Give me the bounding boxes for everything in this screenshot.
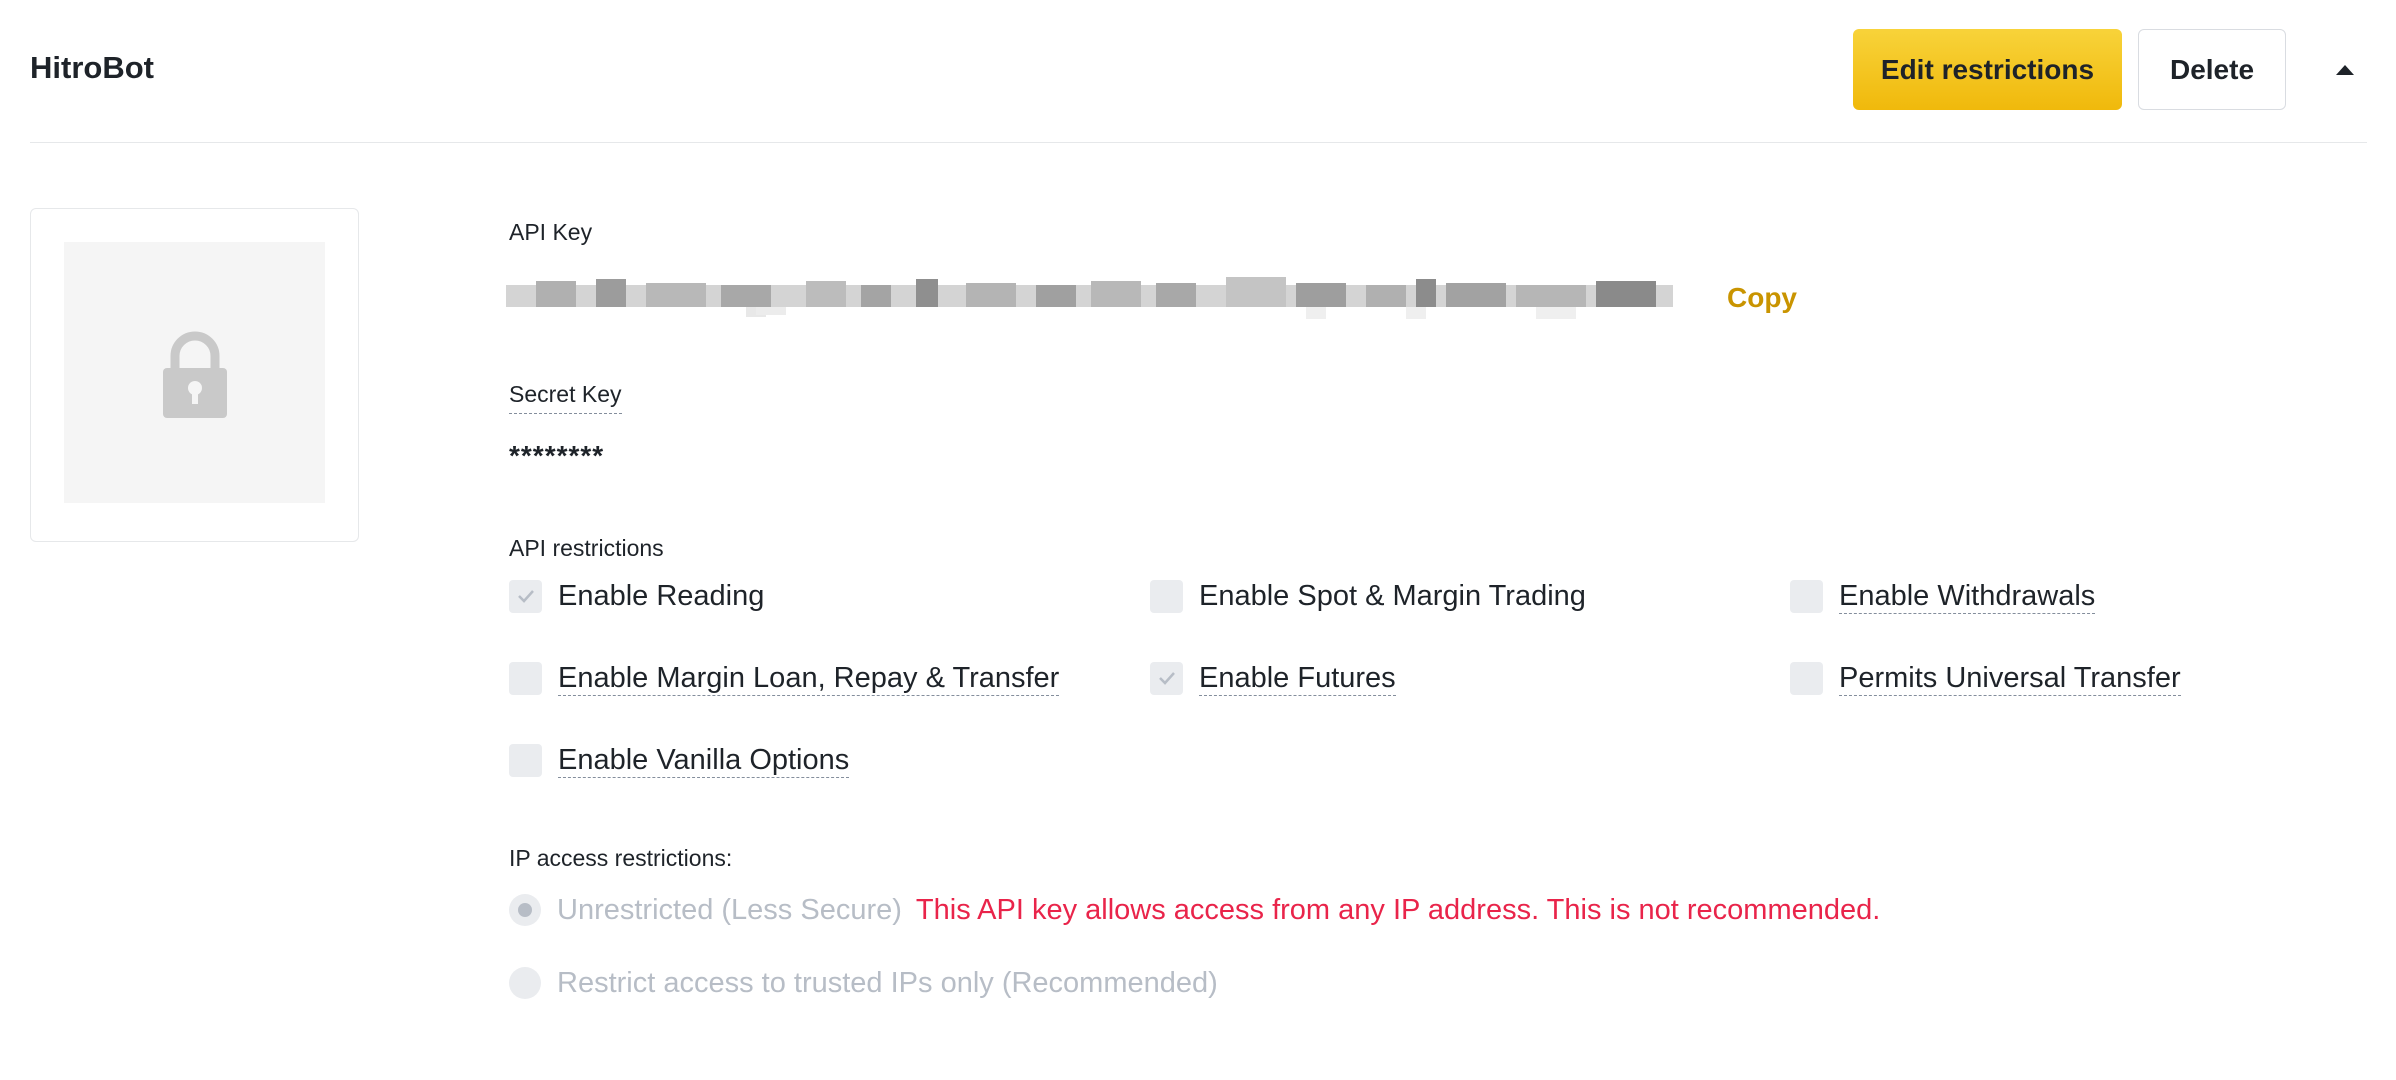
checkbox-unchecked[interactable] <box>509 661 542 695</box>
checkbox-label: Enable Reading <box>558 580 765 612</box>
checkbox-enable-futures[interactable]: Enable Futures <box>1150 660 1396 696</box>
checkbox-enable-margin-loan[interactable]: Enable Margin Loan, Repay & Transfer <box>509 660 1060 696</box>
checkbox-enable-withdrawals[interactable]: Enable Withdrawals <box>1790 578 2096 614</box>
checkbox-unchecked[interactable] <box>1790 661 1823 695</box>
api-restrictions-label: API restrictions <box>509 535 664 561</box>
checkbox-label: Permits Universal Transfer <box>1839 661 2181 696</box>
api-key-value-redacted <box>506 263 1673 327</box>
check-icon <box>1158 672 1175 685</box>
check-icon <box>517 590 534 603</box>
secret-key-label[interactable]: Secret Key <box>509 381 622 414</box>
checkbox-permits-universal-transfer[interactable]: Permits Universal Transfer <box>1790 660 2181 696</box>
checkbox-enable-spot-margin-trading[interactable]: Enable Spot & Margin Trading <box>1150 578 1586 614</box>
checkbox-label: Enable Margin Loan, Repay & Transfer <box>558 661 1060 696</box>
checkbox-checked[interactable] <box>1150 661 1183 695</box>
checkbox-checked[interactable] <box>509 579 542 613</box>
checkbox-label: Enable Vanilla Options <box>558 743 850 778</box>
copy-api-key-button[interactable]: Copy <box>1727 282 1797 314</box>
ip-warning-text: This API key allows access from any IP a… <box>915 893 1881 926</box>
api-key-name: HitroBot <box>30 50 154 85</box>
checkbox-unchecked[interactable] <box>1790 579 1823 613</box>
api-key-image-card <box>30 208 359 542</box>
radio-unselected[interactable] <box>509 967 541 999</box>
api-key-details: API Key Copy Secret Key ******** API res… <box>506 0 2359 1080</box>
image-placeholder <box>64 242 325 503</box>
radio-unrestricted[interactable]: Unrestricted (Less Secure) This API key … <box>509 892 1880 928</box>
lock-icon <box>161 330 229 420</box>
radio-trusted-ips[interactable]: Restrict access to trusted IPs only (Rec… <box>509 965 1218 1001</box>
ip-restrictions-label: IP access restrictions: <box>509 845 733 871</box>
radio-selected[interactable] <box>509 894 541 926</box>
checkbox-unchecked[interactable] <box>509 743 542 777</box>
checkbox-label: Enable Spot & Margin Trading <box>1199 580 1586 612</box>
checkbox-enable-vanilla-options[interactable]: Enable Vanilla Options <box>509 742 850 778</box>
radio-label: Unrestricted (Less Secure) <box>557 893 902 926</box>
checkbox-unchecked[interactable] <box>1150 579 1183 613</box>
secret-key-value: ******** <box>509 440 605 471</box>
api-key-label: API Key <box>509 219 593 245</box>
checkbox-label: Enable Withdrawals <box>1839 579 2096 614</box>
checkbox-enable-reading[interactable]: Enable Reading <box>509 578 764 614</box>
radio-label: Restrict access to trusted IPs only (Rec… <box>557 966 1218 999</box>
checkbox-label: Enable Futures <box>1199 661 1396 696</box>
